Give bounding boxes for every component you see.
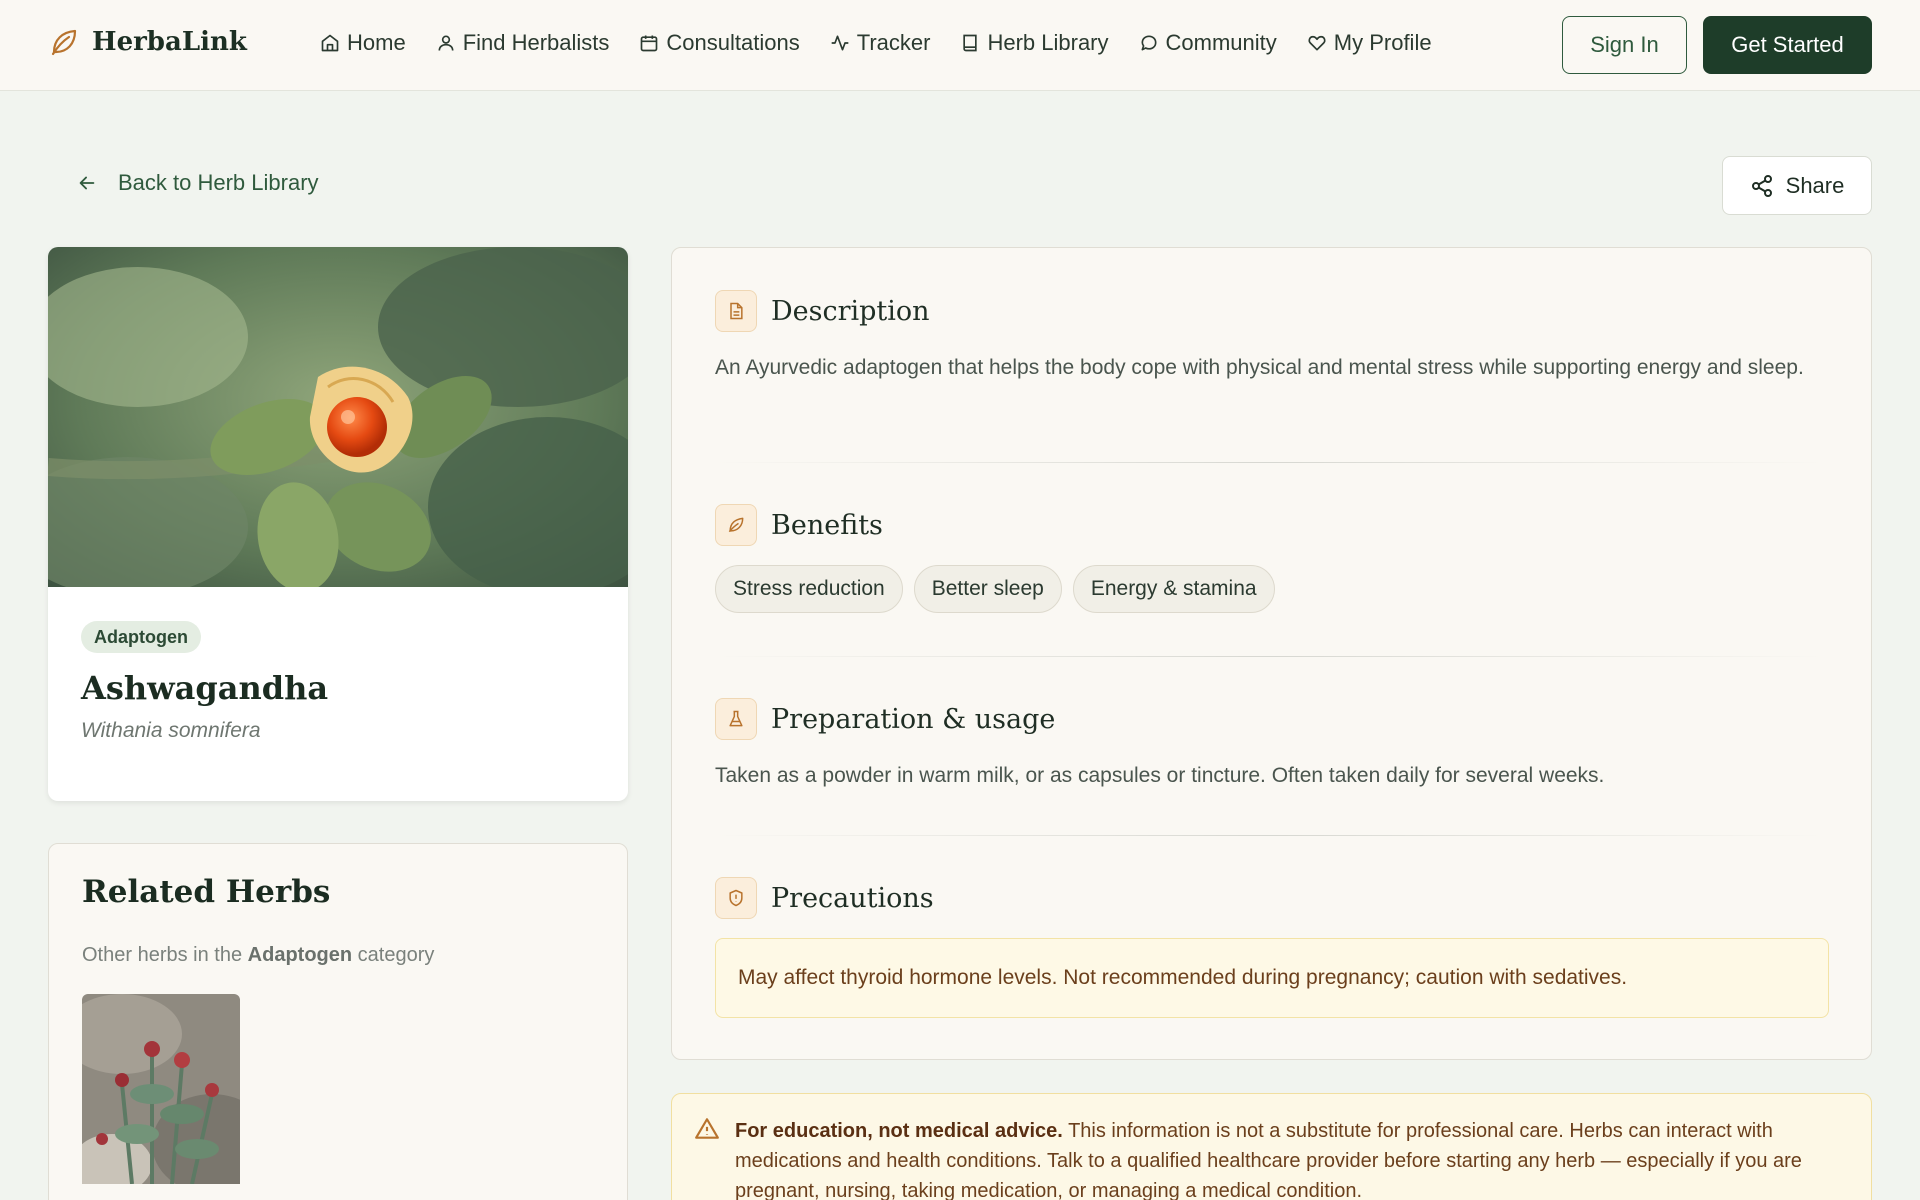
precautions-title: Precautions — [771, 882, 934, 914]
brand-name: HerbaLink — [92, 27, 247, 57]
related-herb-thumbnail[interactable] — [82, 994, 240, 1184]
flask-icon — [715, 698, 757, 740]
medical-disclaimer: For education, not medical advice. This … — [671, 1093, 1872, 1200]
disclaimer-bold: For education, not medical advice. — [735, 1120, 1063, 1142]
nav-herb-library-label: Herb Library — [987, 30, 1109, 55]
description-text: An Ayurvedic adaptogen that helps the bo… — [715, 356, 1804, 379]
related-herb-photo — [82, 994, 240, 1184]
nav-find-herbalists-label: Find Herbalists — [462, 30, 610, 55]
nav-home[interactable]: Home — [320, 30, 406, 56]
herb-details-panel: Description An Ayurvedic adaptogen that … — [671, 247, 1872, 1060]
nav-my-profile[interactable]: My Profile — [1307, 30, 1432, 56]
related-subtitle-prefix: Other herbs in the — [82, 944, 243, 966]
nav-my-profile-label: My Profile — [1333, 30, 1432, 55]
section-divider — [715, 462, 1825, 463]
book-icon — [963, 34, 978, 52]
share-button[interactable]: Share — [1722, 156, 1872, 215]
herb-name: Ashwagandha — [81, 669, 329, 707]
brand-logo[interactable]: HerbaLink — [48, 26, 247, 58]
section-divider — [715, 656, 1825, 657]
related-herbs-panel: Related Herbs Other herbs in the Adaptog… — [48, 843, 628, 1200]
benefit-chip: Stress reduction — [715, 565, 903, 613]
description-header: Description — [715, 290, 930, 332]
calendar-icon — [641, 35, 658, 52]
benefit-chip: Better sleep — [913, 565, 1062, 613]
benefits-header: Benefits — [715, 504, 883, 546]
get-started-button[interactable]: Get Started — [1703, 16, 1872, 74]
precautions-header: Precautions — [715, 877, 934, 919]
nav-consultations-label: Consultations — [666, 30, 800, 55]
benefit-chip: Energy & stamina — [1072, 565, 1275, 613]
herb-photo — [48, 247, 628, 587]
share-label: Share — [1785, 172, 1845, 198]
precautions-callout: May affect thyroid hormone levels. Not r… — [715, 938, 1829, 1018]
shield-alert-icon — [715, 877, 757, 919]
related-category-name: Adaptogen — [247, 944, 353, 966]
warning-triangle-icon — [695, 1118, 719, 1139]
nav-find-herbalists[interactable]: Find Herbalists — [436, 30, 610, 56]
nav-consultations[interactable]: Consultations — [639, 30, 800, 56]
preparation-text: Taken as a powder in warm milk, or as ca… — [715, 764, 1605, 787]
nav-tracker-label: Tracker — [856, 30, 931, 55]
nav-home-label: Home — [347, 30, 406, 55]
related-herbs-title: Related Herbs — [82, 874, 331, 910]
activity-icon — [831, 35, 849, 51]
arrow-left-icon — [79, 176, 95, 190]
herb-latin-name: Withania somnifera — [81, 719, 261, 742]
document-icon — [715, 290, 757, 332]
user-icon — [438, 35, 454, 51]
nav-herb-library[interactable]: Herb Library — [960, 30, 1109, 56]
leaf-logo-icon — [51, 29, 77, 56]
related-herbs-subtitle: Other herbs in the Adaptogen category — [82, 944, 434, 967]
nav-community[interactable]: Community — [1139, 30, 1277, 56]
section-divider — [715, 835, 1825, 836]
nav-community-label: Community — [1165, 30, 1277, 55]
chat-bubble-icon — [1141, 35, 1157, 51]
share-icon — [1751, 174, 1772, 197]
herb-category-badge: Adaptogen — [81, 621, 201, 653]
benefits-list: Stress reduction Better sleep Energy & s… — [715, 565, 1275, 613]
description-title: Description — [771, 295, 930, 327]
preparation-title: Preparation & usage — [771, 703, 1056, 735]
nav-tracker[interactable]: Tracker — [830, 30, 931, 56]
back-link-label: Back to Herb Library — [118, 170, 319, 195]
heart-icon — [1308, 35, 1326, 51]
benefits-title: Benefits — [771, 509, 883, 541]
top-navbar: HerbaLink Home Find Herbalists Consultat… — [0, 0, 1920, 91]
preparation-header: Preparation & usage — [715, 698, 1055, 740]
leaf-icon — [715, 504, 757, 546]
sign-in-button[interactable]: Sign In — [1562, 16, 1687, 74]
related-subtitle-suffix: category — [357, 944, 435, 966]
back-to-library-link[interactable]: Back to Herb Library — [76, 170, 319, 196]
main-nav: Home Find Herbalists Consultations Track… — [320, 30, 1432, 56]
disclaimer-text: For education, not medical advice. This … — [735, 1116, 1850, 1200]
home-icon — [321, 34, 339, 52]
herb-card: Adaptogen Ashwagandha Withania somnifera — [48, 247, 628, 801]
